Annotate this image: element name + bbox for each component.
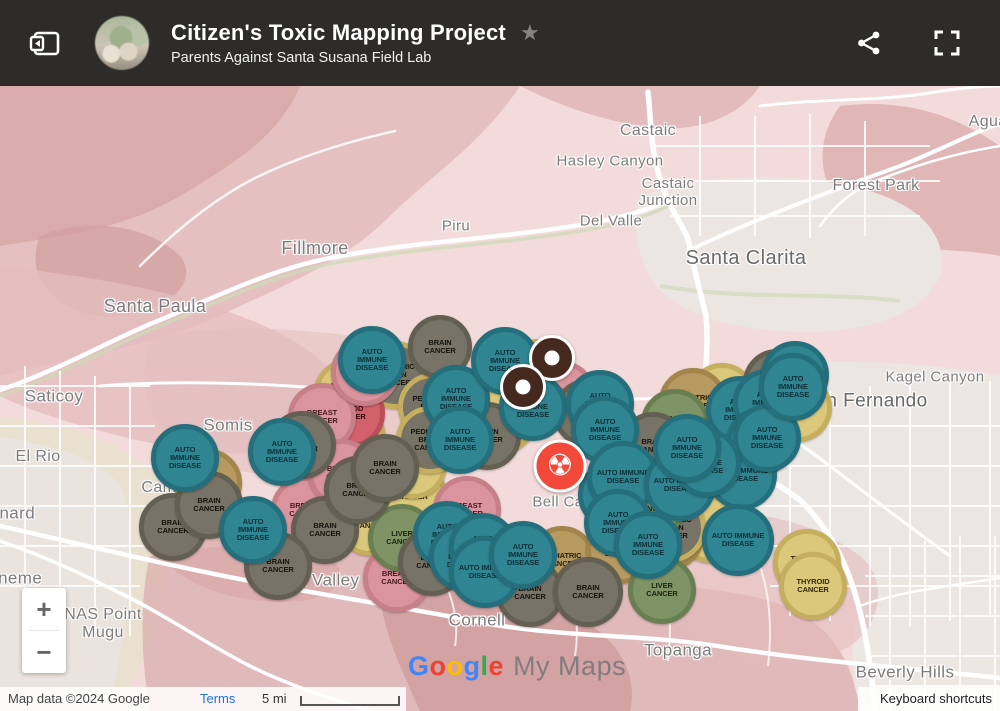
- map-place-label: Castaic Junction: [638, 176, 697, 210]
- zoom-out-button[interactable]: −: [22, 631, 66, 673]
- map-place-label: Santa Clarita: [686, 247, 807, 269]
- fullscreen-icon[interactable]: [934, 30, 960, 56]
- map-place-label: Beverly Hills: [856, 662, 955, 681]
- google-logo-letter: g: [464, 651, 481, 681]
- google-logo: Google: [408, 651, 504, 682]
- map-title: Citizen's Toxic Mapping Project: [171, 20, 506, 46]
- map-place-label: Del Valle: [580, 214, 643, 231]
- map-place-label: Cornell: [449, 610, 506, 629]
- map-place-label: Somis: [203, 415, 252, 434]
- auto-immune-disease-marker[interactable]: AUTO IMMUNE DISEASE: [426, 406, 494, 474]
- brain-cancer-marker[interactable]: BRAIN CANCER: [351, 434, 419, 502]
- star-icon[interactable]: ★: [520, 20, 540, 46]
- side-panel-toggle-icon[interactable]: [28, 26, 62, 60]
- share-icon[interactable]: [856, 30, 882, 56]
- scale-bar: [300, 696, 400, 706]
- auto-immune-disease-marker[interactable]: AUTO IMMUNE DISEASE: [653, 414, 721, 482]
- map-place-label: Forest Park: [832, 177, 919, 195]
- map-subtitle: Parents Against Santa Susana Field Lab: [171, 50, 540, 66]
- google-logo-letter: e: [489, 651, 505, 681]
- location-dot-marker[interactable]: [500, 364, 546, 410]
- scale-label: 5 mi: [262, 691, 287, 706]
- auto-immune-disease-marker[interactable]: AUTO IMMUNE DISEASE: [489, 521, 557, 589]
- zoom-in-button[interactable]: +: [22, 588, 66, 630]
- map-canvas[interactable]: Castaic Hasley Canyon Castaic Junction Del …: [0, 86, 1000, 711]
- radiation-hazard-marker[interactable]: ☢: [534, 440, 587, 493]
- map-place-label: Fillmore: [281, 238, 348, 258]
- map-place-label: Santa Paula: [104, 296, 206, 316]
- map-place-label: Hasley Canyon: [557, 154, 664, 171]
- auto-immune-disease-marker[interactable]: AUTO IMMUNE DISEASE: [759, 353, 827, 421]
- keyboard-shortcuts-button[interactable]: Keyboard shortcuts: [880, 691, 992, 706]
- my-maps-label: My Maps: [513, 651, 626, 682]
- map-place-label: NAS Point Mugu: [64, 606, 141, 642]
- auto-immune-disease-marker[interactable]: AUTO IMMUNE DISEASE: [338, 326, 406, 394]
- brain-cancer-marker[interactable]: BRAIN CANCER: [553, 557, 623, 627]
- map-place-label: Castaic: [620, 122, 676, 140]
- map-place-label: Oxnard: [0, 503, 35, 522]
- map-place-label: Piru: [442, 219, 470, 236]
- auto-immune-disease-marker[interactable]: AUTO IMMUNE DISEASE: [702, 504, 774, 576]
- google-my-maps-logo[interactable]: Google My Maps: [408, 651, 626, 682]
- zoom-control: + −: [22, 588, 66, 673]
- map-owner-avatar[interactable]: [95, 16, 149, 70]
- auto-immune-disease-marker[interactable]: AUTO IMMUNE DISEASE: [151, 424, 219, 492]
- keyboard-shortcuts-bar: Keyboard shortcuts: [858, 687, 1000, 711]
- map-data-attribution: Map data ©2024 Google: [8, 691, 150, 706]
- map-place-label: Port Hueneme: [0, 568, 42, 587]
- google-logo-letter: l: [481, 651, 489, 681]
- auto-immune-disease-marker[interactable]: AUTO IMMUNE DISEASE: [219, 496, 287, 564]
- auto-immune-disease-marker[interactable]: AUTO IMMUNE DISEASE: [614, 511, 682, 579]
- header-bar: Citizen's Toxic Mapping Project ★ Parent…: [0, 0, 1000, 86]
- google-logo-letter: o: [447, 651, 464, 681]
- map-place-label: Topanga: [644, 640, 712, 659]
- attribution-bar: Map data ©2024 Google Terms 5 mi: [0, 687, 406, 711]
- thyroid-cancer-marker[interactable]: THYROID CANCER: [779, 552, 847, 620]
- map-place-label: Saticoy: [25, 386, 84, 405]
- map-place-label: Kagel Canyon: [885, 370, 984, 387]
- google-logo-letter: o: [430, 651, 447, 681]
- terms-link[interactable]: Terms: [200, 691, 235, 706]
- auto-immune-disease-marker[interactable]: AUTO IMMUNE DISEASE: [248, 418, 316, 486]
- map-place-label: El Rio: [15, 448, 60, 466]
- my-maps-embed: Citizen's Toxic Mapping Project ★ Parent…: [0, 0, 1000, 711]
- map-place-label: Agua Dulce: [969, 113, 1000, 131]
- google-logo-letter: G: [408, 651, 430, 681]
